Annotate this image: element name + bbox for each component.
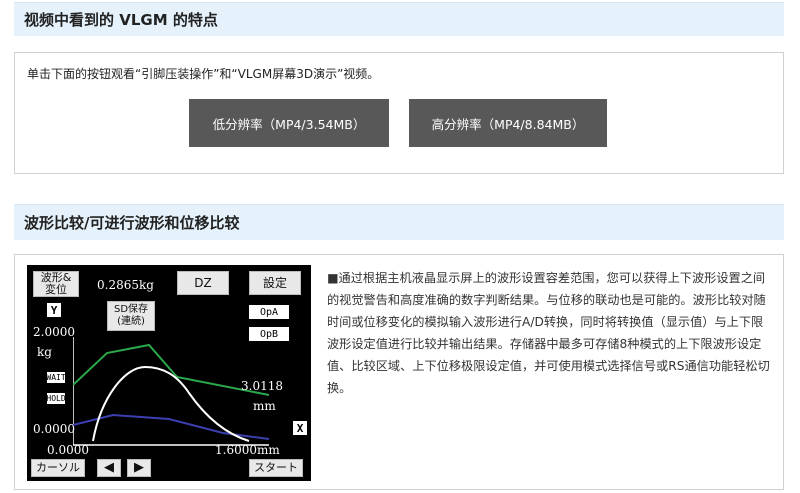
x-axis-tag: X [293, 421, 307, 435]
y-axis-tag: Y [47, 303, 61, 317]
op-a-tag: OpA [249, 305, 289, 319]
x-max-label: 1.6000mm [215, 443, 280, 457]
start-button[interactable]: スタート [249, 459, 303, 477]
dz-button[interactable]: DZ [177, 271, 229, 295]
section-title: 视频中看到的 VLGM 的特点 [24, 11, 218, 29]
settings-button[interactable]: 設定 [249, 271, 301, 295]
measured-waveform [92, 365, 250, 442]
lower-limit-waveform [73, 413, 269, 440]
section-header-waveform: 波形比较/可进行波形和位移比较 [14, 204, 784, 240]
x-min-label: 0.0000 [47, 443, 89, 457]
displacement-unit: mm [253, 399, 276, 413]
prev-arrow-button[interactable]: ◀ [97, 459, 121, 477]
displacement-readout: 3.0118 [241, 379, 283, 393]
y-unit-label: kg [37, 345, 52, 359]
video-intro-text: 单击下面的按钮观看“引脚压装操作”和“VLGM屏幕3D演示”视频。 [27, 67, 380, 81]
wave-displacement-button[interactable]: 波形& 変位 [33, 271, 79, 297]
cursor-button[interactable]: カーソル [31, 459, 85, 477]
upper-limit-waveform [73, 343, 269, 396]
low-resolution-video-button[interactable]: 低分辨率（MP4/3.54MB） [189, 99, 389, 147]
waveform-graph [73, 337, 269, 446]
high-resolution-video-button[interactable]: 高分辨率（MP4/8.84MB） [409, 99, 607, 147]
device-screen: 波形& 変位 0.2865kg DZ 設定 Y SD保存 (連続) OpA Op… [27, 265, 311, 481]
section-header-features: 视频中看到的 VLGM 的特点 [14, 2, 784, 36]
next-arrow-button[interactable]: ▶ [127, 459, 151, 477]
hold-indicator: HOLD [46, 393, 66, 404]
video-box: 单击下面的按钮观看“引脚压装操作”和“VLGM屏幕3D演示”视频。 低分辨率（M… [14, 52, 784, 174]
section-title: 波形比较/可进行波形和位移比较 [24, 214, 240, 232]
waveform-description: ■通过根据主机液晶显示屏上的波形设置容差范围，您可以获得上下波形设置之间的视觉警… [327, 267, 773, 399]
waveform-box: 波形& 変位 0.2865kg DZ 設定 Y SD保存 (連続) OpA Op… [14, 254, 784, 490]
description-text: ■通过根据主机液晶显示屏上的波形设置容差范围，您可以获得上下波形设置之间的视觉警… [327, 271, 770, 395]
wait-indicator: WAIT [46, 372, 66, 383]
load-readout: 0.2865kg [97, 278, 154, 292]
y-max-label: 2.0000 [33, 325, 75, 339]
sd-save-button[interactable]: SD保存 (連続) [107, 301, 155, 331]
y-min-label: 0.0000 [33, 422, 75, 436]
